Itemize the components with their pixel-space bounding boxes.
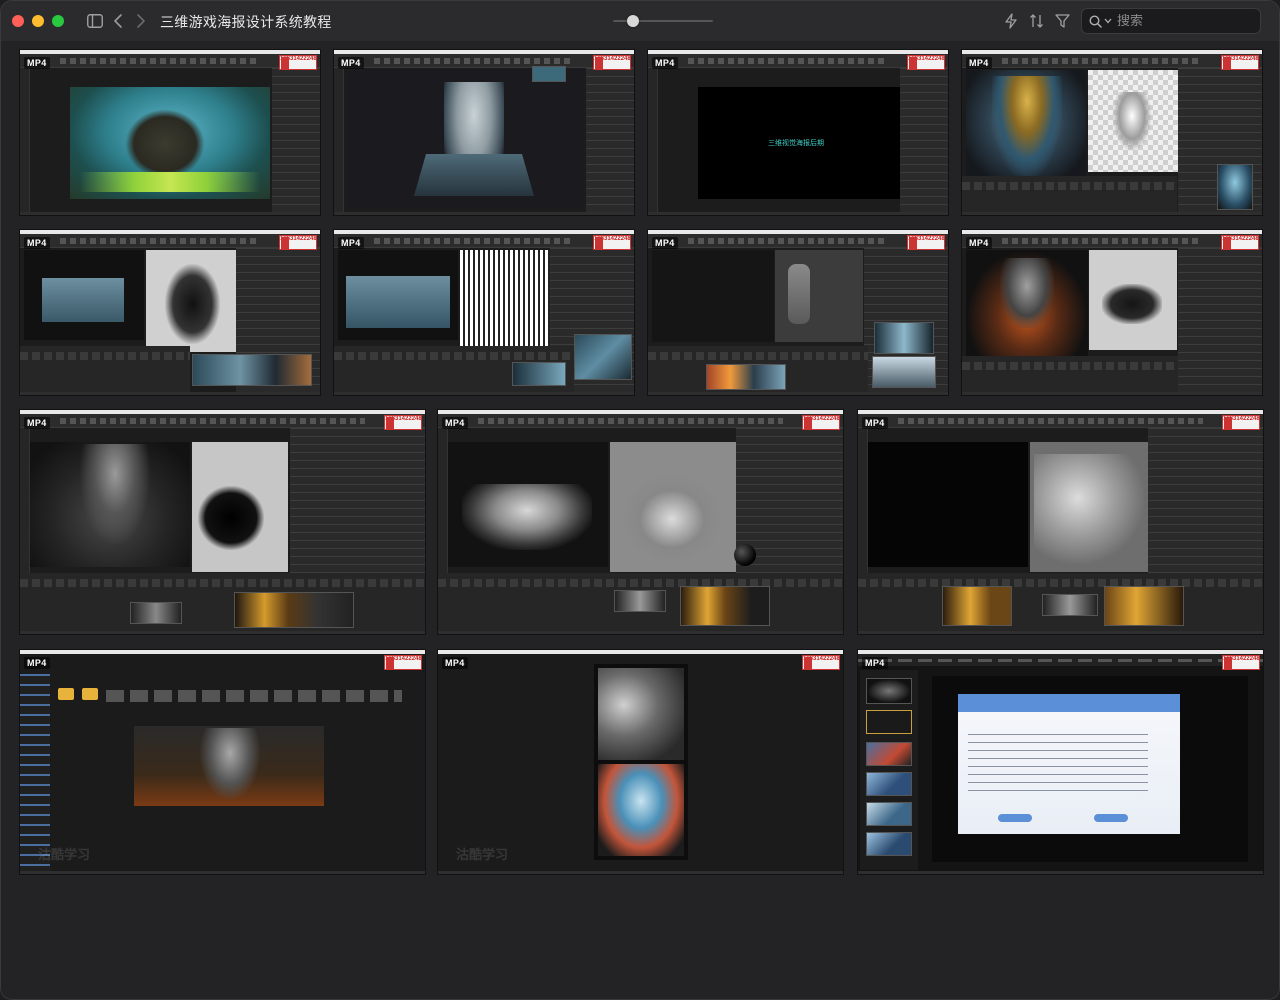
contact-badge: 18831422248 (802, 655, 840, 670)
file-type-badge: MP4 (652, 237, 678, 249)
contact-badge: 18831422248 (907, 55, 945, 70)
file-type-badge: MP4 (24, 657, 50, 669)
contact-badge: 18831422248 (1222, 655, 1260, 670)
video-thumbnail[interactable]: MP4 18831422248 (962, 50, 1262, 215)
file-type-badge: MP4 (966, 57, 992, 69)
video-thumbnail[interactable]: MP4 18831422248 (20, 50, 320, 215)
file-type-badge: MP4 (338, 237, 364, 249)
watermark: 沽酷学习 (456, 848, 509, 863)
video-thumbnail[interactable]: MP4 18831422248 (334, 230, 634, 395)
contact-badge: 18831422248 (1221, 235, 1259, 250)
sort-icon[interactable] (1028, 11, 1046, 31)
close-button[interactable] (12, 15, 24, 27)
file-type-badge: MP4 (652, 57, 678, 69)
contact-badge: 18831422248 (384, 655, 422, 670)
video-thumbnail[interactable]: MP4 18831422248 (20, 410, 425, 634)
thumbnail-grid: MP4 18831422248 MP4 18831422248 三维视觉海报后期… (1, 41, 1279, 999)
video-thumbnail[interactable]: MP4 18831422248 (648, 230, 948, 395)
chevron-down-icon[interactable] (1104, 18, 1112, 24)
video-caption: 三维视觉海报后期 (768, 139, 824, 147)
contact-badge: 18831422248 (907, 235, 945, 250)
sidebar-toggle-icon[interactable] (86, 11, 104, 31)
search-field[interactable] (1081, 8, 1261, 34)
search-input[interactable] (1117, 13, 1237, 29)
minimize-button[interactable] (32, 15, 44, 27)
contact-badge: 18831422248 (279, 235, 317, 250)
file-type-badge: MP4 (442, 417, 468, 429)
maximize-button[interactable] (52, 15, 64, 27)
finder-window: 三维游戏海报设计系统教程 MP4 188314222 (0, 0, 1280, 1000)
video-thumbnail[interactable]: MP4 18831422248 (334, 50, 634, 215)
contact-badge: 18831422248 (593, 55, 631, 70)
title-bar: 三维游戏海报设计系统教程 (1, 1, 1279, 41)
contact-badge: 18831422248 (1222, 415, 1260, 430)
zoom-slider[interactable] (613, 15, 713, 27)
file-type-badge: MP4 (24, 237, 50, 249)
video-thumbnail[interactable]: 三维视觉海报后期 MP4 18831422248 (648, 50, 948, 215)
file-type-badge: MP4 (442, 657, 468, 669)
zoom-knob[interactable] (627, 15, 639, 27)
video-thumbnail[interactable]: 沽酷学习 MP4 18831422248 (20, 650, 425, 874)
contact-badge: 18831422248 (1221, 55, 1259, 70)
file-type-badge: MP4 (862, 417, 888, 429)
file-type-badge: MP4 (338, 57, 364, 69)
video-thumbnail[interactable]: MP4 18831422248 (858, 650, 1263, 874)
video-thumbnail[interactable]: MP4 18831422248 (438, 410, 843, 634)
file-type-badge: MP4 (24, 417, 50, 429)
video-thumbnail[interactable]: 沽酷学习 MP4 18831422248 (438, 650, 843, 874)
filter-icon[interactable] (1054, 11, 1070, 31)
video-thumbnail[interactable]: MP4 18831422248 (858, 410, 1263, 634)
bolt-icon[interactable] (1003, 11, 1019, 31)
video-thumbnail[interactable]: MP4 18831422248 (962, 230, 1262, 395)
chevron-left-icon[interactable] (112, 11, 124, 31)
watermark: 沽酷学习 (38, 848, 91, 863)
video-thumbnail[interactable]: MP4 18831422248 (20, 230, 320, 395)
contact-badge: 18831422248 (802, 415, 840, 430)
file-type-badge: MP4 (24, 57, 50, 69)
search-icon (1089, 14, 1102, 28)
window-title: 三维游戏海报设计系统教程 (160, 15, 332, 31)
contact-badge: 18831422248 (593, 235, 631, 250)
contact-badge: 18831422248 (279, 55, 317, 70)
file-type-badge: MP4 (862, 657, 888, 669)
contact-badge: 18831422248 (384, 415, 422, 430)
chevron-right-icon[interactable] (135, 11, 147, 31)
file-type-badge: MP4 (966, 237, 992, 249)
